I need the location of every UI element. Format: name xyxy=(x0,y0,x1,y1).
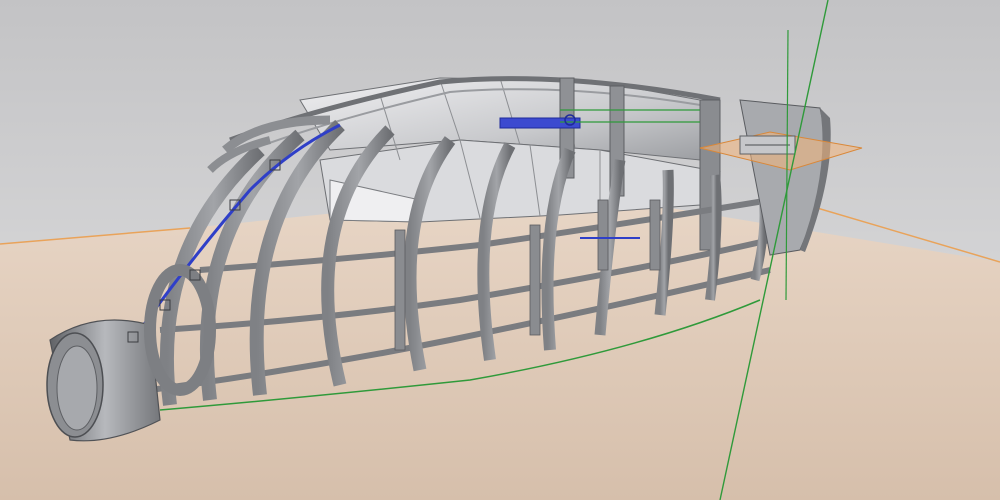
model-canvas[interactable] xyxy=(0,0,1000,500)
cad-viewport[interactable] xyxy=(0,0,1000,500)
